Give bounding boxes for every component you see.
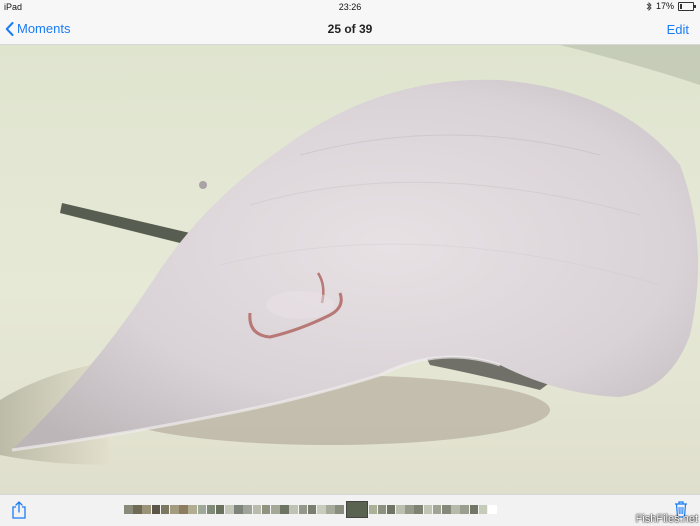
battery-fill [680, 3, 683, 9]
thumbnail[interactable] [326, 505, 335, 514]
watermark: FishFiles.net [635, 513, 698, 525]
thumbnail[interactable] [368, 505, 378, 514]
thumbnail[interactable] [151, 505, 161, 514]
thumbnail[interactable] [124, 505, 133, 514]
thumbnail[interactable] [133, 505, 142, 514]
photo-canvas [0, 45, 700, 494]
battery-icon [678, 1, 696, 11]
thumbnail[interactable] [396, 505, 405, 514]
thumbnail[interactable] [307, 505, 317, 514]
thumbnail[interactable] [179, 505, 188, 514]
thumbnail[interactable] [423, 505, 433, 514]
thumbnail[interactable] [280, 505, 289, 514]
bluetooth-icon [646, 1, 652, 11]
thumbnail[interactable] [243, 505, 253, 514]
thumbnail-strip[interactable] [124, 501, 497, 518]
thumbnail[interactable] [234, 505, 243, 514]
battery-percent: 17% [655, 1, 674, 11]
thumbnail[interactable] [335, 505, 344, 514]
thumbnail[interactable] [271, 505, 280, 514]
thumbnail[interactable] [316, 505, 326, 514]
share-button[interactable] [12, 501, 26, 524]
thumbnail[interactable] [478, 505, 488, 514]
thumbnail[interactable] [225, 505, 234, 514]
status-right: 17% [646, 1, 696, 11]
share-icon [12, 501, 26, 519]
thumbnail[interactable] [188, 505, 197, 514]
thumbnail[interactable] [460, 505, 469, 514]
thumbnail[interactable] [487, 505, 497, 514]
thumbnail[interactable] [215, 505, 225, 514]
status-time: 23:26 [338, 2, 362, 12]
nav-bar: Moments 25 of 39 Edit [0, 14, 700, 45]
thumbnail[interactable] [298, 505, 308, 514]
thumbnail[interactable] [206, 505, 216, 514]
thumbnail[interactable] [261, 505, 271, 514]
thumbnail[interactable] [405, 505, 414, 514]
thumbnail[interactable] [414, 505, 424, 514]
thumbnail[interactable] [169, 505, 179, 514]
thumbnail[interactable] [469, 505, 479, 514]
thumbnail[interactable] [432, 505, 442, 514]
thumbnail[interactable] [451, 505, 460, 514]
thumbnail[interactable] [377, 505, 387, 514]
thumbnail[interactable] [252, 505, 262, 514]
status-bar: iPad 23:26 17% [0, 0, 700, 14]
thumbnail[interactable] [160, 505, 170, 514]
thumbnail-selected[interactable] [345, 501, 368, 518]
page-title: 25 of 39 [327, 22, 373, 36]
thumbnail[interactable] [289, 505, 298, 514]
thumbnail[interactable] [386, 505, 396, 514]
thumbnail[interactable] [197, 505, 207, 514]
thumbnail[interactable] [142, 505, 151, 514]
stingray-photo[interactable] [0, 45, 700, 494]
edit-button[interactable]: Edit [667, 22, 689, 37]
bottom-toolbar: FishFiles.net [0, 494, 700, 526]
thumbnail[interactable] [442, 505, 451, 514]
